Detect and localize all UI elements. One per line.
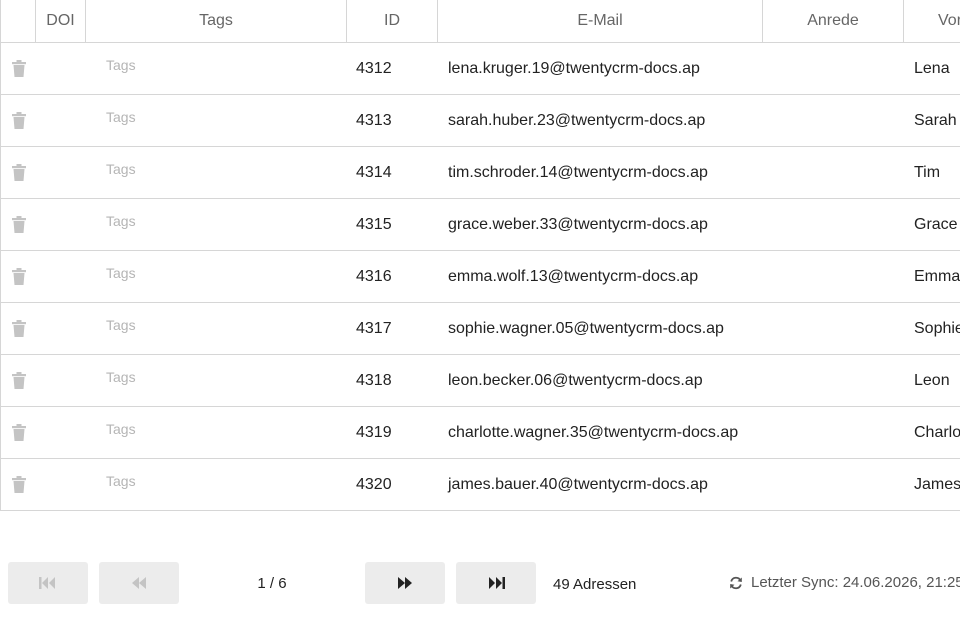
row-email: charlotte.wagner.35@twentycrm-docs.ap	[448, 424, 739, 441]
row-vorname: Lena	[914, 60, 950, 77]
row-id: 4320	[356, 476, 392, 493]
row-email: sophie.wagner.05@twentycrm-docs.ap	[448, 320, 724, 337]
header-select	[1, 0, 36, 42]
sync-label: Letzter Sync: 24.06.2026, 21:25	[751, 574, 960, 591]
tags-input[interactable]: Tags	[106, 213, 136, 229]
trash-icon[interactable]	[12, 164, 26, 181]
tags-input[interactable]: Tags	[106, 265, 136, 281]
row-id: 4319	[356, 424, 392, 441]
rewind-icon	[132, 577, 146, 589]
table-row[interactable]: Tags 4317 sophie.wagner.05@twentycrm-docs.…	[1, 303, 960, 355]
row-vorname: Grace	[914, 216, 958, 233]
table-row[interactable]: Tags 4315 grace.weber.33@twentycrm-docs.ap…	[1, 199, 960, 251]
trash-icon[interactable]	[12, 372, 26, 389]
row-email: james.bauer.40@twentycrm-docs.ap	[448, 476, 708, 493]
address-table: DOI Tags ID E-Mail Anrede Vorname Tags 43…	[0, 0, 960, 511]
row-vorname: Charlotte	[914, 424, 960, 441]
table-row[interactable]: Tags 4313 sarah.huber.23@twentycrm-docs.ap…	[1, 95, 960, 147]
pagination-bar: 1 / 6 49 Adressen Letzter Sync: 24.06.20…	[0, 511, 960, 617]
row-id: 4313	[356, 112, 392, 129]
table-row[interactable]: Tags 4314 tim.schroder.14@twentycrm-docs.a…	[1, 147, 960, 199]
row-vorname: Sophie	[914, 320, 960, 337]
tags-input[interactable]: Tags	[106, 369, 136, 385]
trash-icon[interactable]	[12, 60, 26, 77]
table-row[interactable]: Tags 4320 james.bauer.40@twentycrm-docs.ap…	[1, 459, 960, 511]
first-page-button[interactable]	[8, 562, 88, 604]
table-row[interactable]: Tags 4316 emma.wolf.13@twentycrm-docs.ap Em…	[1, 251, 960, 303]
trash-icon[interactable]	[12, 112, 26, 129]
row-id: 4318	[356, 372, 392, 389]
header-anrede[interactable]: Anrede	[763, 0, 904, 42]
row-id: 4316	[356, 268, 392, 285]
tags-input[interactable]: Tags	[106, 421, 136, 437]
row-email: grace.weber.33@twentycrm-docs.ap	[448, 216, 708, 233]
skip-last-icon	[489, 577, 505, 589]
skip-first-icon	[39, 577, 55, 589]
last-page-button[interactable]	[456, 562, 536, 604]
header-email[interactable]: E-Mail	[438, 0, 763, 42]
row-email: emma.wolf.13@twentycrm-docs.ap	[448, 268, 699, 285]
row-id: 4312	[356, 60, 392, 77]
row-vorname: Emma	[914, 268, 960, 285]
row-vorname: James	[914, 476, 960, 493]
table-header: DOI Tags ID E-Mail Anrede Vorname	[1, 0, 960, 43]
row-id: 4315	[356, 216, 392, 233]
fast-forward-icon	[398, 577, 412, 589]
tags-input[interactable]: Tags	[106, 57, 136, 73]
row-email: lena.kruger.19@twentycrm-docs.ap	[448, 60, 700, 77]
row-id: 4317	[356, 320, 392, 337]
header-doi[interactable]: DOI	[36, 0, 86, 42]
tags-input[interactable]: Tags	[106, 161, 136, 177]
tags-input[interactable]: Tags	[106, 109, 136, 125]
previous-page-button[interactable]	[99, 562, 179, 604]
page-indicator: 1 / 6	[257, 575, 287, 592]
table-row[interactable]: Tags 4318 leon.becker.06@twentycrm-docs.ap…	[1, 355, 960, 407]
header-vorname[interactable]: Vorname	[904, 0, 960, 42]
table-row[interactable]: Tags 4319 charlotte.wagner.35@twentycrm-do…	[1, 407, 960, 459]
trash-icon[interactable]	[12, 268, 26, 285]
row-id: 4314	[356, 164, 392, 181]
trash-icon[interactable]	[12, 424, 26, 441]
row-vorname: Leon	[914, 372, 950, 389]
address-count: 49 Adressen	[553, 576, 637, 593]
trash-icon[interactable]	[12, 216, 26, 233]
row-vorname: Tim	[914, 164, 941, 181]
refresh-icon[interactable]	[729, 576, 743, 590]
tags-input[interactable]: Tags	[106, 473, 136, 489]
row-vorname: Sarah	[914, 112, 957, 129]
next-page-button[interactable]	[365, 562, 445, 604]
row-email: sarah.huber.23@twentycrm-docs.ap	[448, 112, 706, 129]
trash-icon[interactable]	[12, 320, 26, 337]
sync-status[interactable]: Letzter Sync: 24.06.2026, 21:25	[729, 574, 960, 591]
trash-icon[interactable]	[12, 476, 26, 493]
header-tags[interactable]: Tags	[86, 0, 347, 42]
header-id[interactable]: ID	[347, 0, 438, 42]
row-email: tim.schroder.14@twentycrm-docs.ap	[448, 164, 708, 181]
row-email: leon.becker.06@twentycrm-docs.ap	[448, 372, 703, 389]
tags-input[interactable]: Tags	[106, 317, 136, 333]
table-row[interactable]: Tags 4312 lena.kruger.19@twentycrm-docs.ap…	[1, 43, 960, 95]
